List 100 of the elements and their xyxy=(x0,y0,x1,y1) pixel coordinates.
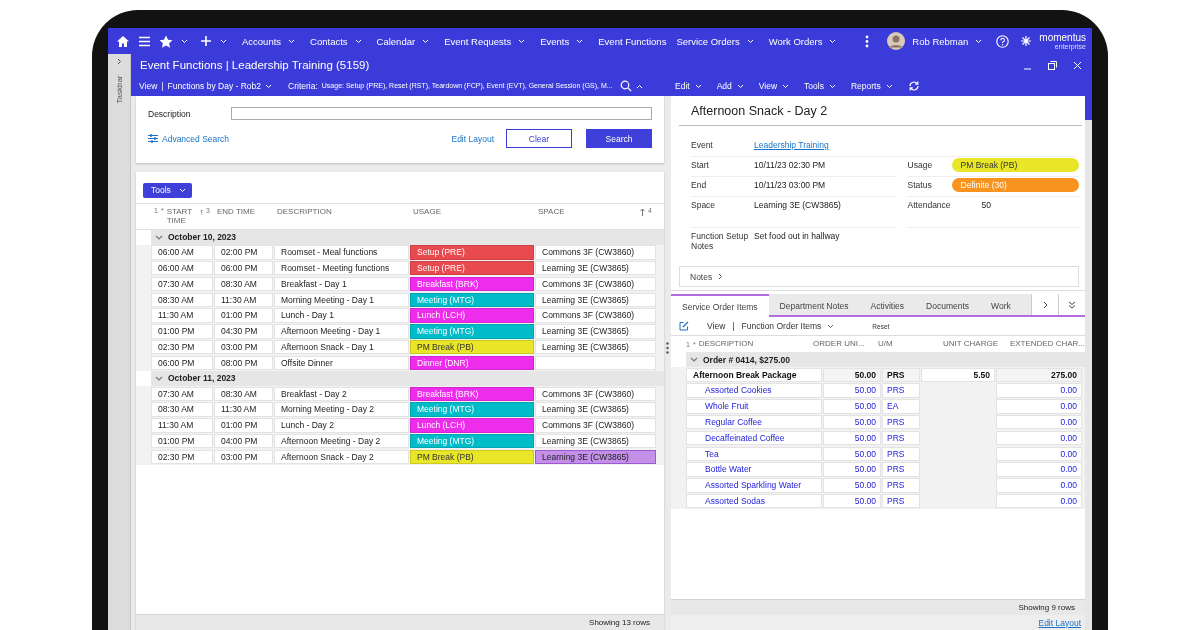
sort-arrow-icon[interactable] xyxy=(640,207,646,216)
table-cell: 06:00 AM xyxy=(151,261,213,276)
field-label: End xyxy=(691,180,708,190)
tab[interactable]: Department Notes xyxy=(768,294,860,315)
edit-layout-link[interactable]: Edit Layout xyxy=(1038,617,1081,628)
chevron-icon[interactable] xyxy=(690,357,698,362)
description-input-field[interactable] xyxy=(231,107,652,120)
tab[interactable]: Service Order Items xyxy=(671,294,769,317)
table-cell: Assorted Sodas xyxy=(686,494,822,509)
table-cell: Assorted Cookies xyxy=(686,383,822,398)
usage-tag-cell: Setup (PRE) xyxy=(410,245,534,260)
table-cell: Tea xyxy=(686,446,822,462)
plus-icon[interactable] xyxy=(200,35,212,47)
group-header-row[interactable]: Order # 0414, $275.00 xyxy=(686,352,1085,367)
details-title: Afternoon Snack - Day 2 xyxy=(679,96,1082,126)
table-cell: Assorted Sparkling Water xyxy=(686,478,822,493)
nav-menu-item[interactable]: Event Requests xyxy=(444,35,512,47)
toolbar-menu[interactable]: Tools xyxy=(804,81,824,91)
avatar-icon[interactable] xyxy=(887,32,906,50)
chevron-right-icon[interactable] xyxy=(1042,300,1048,309)
column-header[interactable]: DESCRIPTION xyxy=(277,206,332,217)
nav-menu-item[interactable]: Event Functions xyxy=(598,35,667,47)
field-value: 10/11/23 03:00 PM xyxy=(754,180,826,190)
nav-menu-item[interactable]: Work Orders xyxy=(768,35,823,47)
more-options-icon[interactable] xyxy=(865,34,870,48)
nav-menu-item[interactable]: Events xyxy=(540,35,570,47)
table-cell: Lunch - Day 1 xyxy=(274,308,409,323)
menu-icon[interactable] xyxy=(138,35,151,47)
status-pill: Definite (30) xyxy=(951,178,1079,192)
status-pill: PM Break (PB) xyxy=(951,158,1079,172)
tab[interactable]: Work xyxy=(980,294,1022,315)
search-button[interactable]: Search xyxy=(586,129,652,148)
splitter-handle-icon[interactable] xyxy=(666,342,669,354)
table-cell: PRS xyxy=(882,462,920,477)
table-cell: 08:30 AM xyxy=(151,292,213,307)
notes-expander[interactable]: Notes xyxy=(679,266,1079,287)
refresh-icon[interactable] xyxy=(907,80,920,92)
chevron-right-icon[interactable] xyxy=(116,58,122,65)
table-cell: Learning 3E (CW3865) xyxy=(535,402,656,417)
view-menu[interactable]: View xyxy=(139,81,158,91)
table-cell: 50.00 xyxy=(823,415,881,430)
column-header[interactable]: UNIT CHARGE xyxy=(915,339,1008,349)
nav-menu-item[interactable]: Calendar xyxy=(376,35,416,47)
nav-menu-item[interactable]: Contacts xyxy=(310,35,348,47)
column-header[interactable]: EXTENDED CHAR... xyxy=(1007,339,1085,349)
sliders-icon[interactable] xyxy=(148,134,158,143)
tab[interactable]: Activities xyxy=(859,294,916,315)
table-cell: 01:00 PM xyxy=(214,418,273,433)
column-header[interactable]: SPACE xyxy=(538,206,565,217)
toolbar-menu[interactable]: Edit xyxy=(675,81,690,91)
layout-dropdown[interactable]: Functions by Day - Rob2 xyxy=(167,81,262,91)
field-value: 10/11/23 02:30 PM xyxy=(754,160,826,170)
caret-icon[interactable] xyxy=(827,323,835,329)
view-menu[interactable]: View xyxy=(707,321,726,331)
column-header[interactable]: USAGE xyxy=(413,206,441,217)
search-icon[interactable] xyxy=(620,80,632,92)
home-icon[interactable] xyxy=(116,34,130,48)
field-label: Attendance xyxy=(907,200,952,210)
help-icon[interactable] xyxy=(996,34,1010,48)
column-header[interactable]: U/M xyxy=(877,339,915,349)
edit-layout-link[interactable]: Edit Layout xyxy=(451,133,494,144)
toolbar-menu[interactable]: Reports xyxy=(850,81,881,91)
table-cell: 04:00 PM xyxy=(214,433,273,449)
tab[interactable]: Documents xyxy=(915,294,981,315)
caret-up-icon[interactable] xyxy=(636,83,643,89)
table-cell: 0.00 xyxy=(996,446,1082,462)
table-cell: 50.00 xyxy=(823,367,881,383)
column-header[interactable]: ORDER UNI... xyxy=(811,339,878,349)
nav-menu-item[interactable]: Service Orders xyxy=(676,35,740,47)
field-label: Event xyxy=(691,140,714,150)
chevron-right-icon[interactable] xyxy=(718,273,724,280)
taskbar-label[interactable]: Taskbar xyxy=(114,75,124,104)
double-chevron-down-icon[interactable] xyxy=(1068,300,1076,309)
field-label: Usage xyxy=(907,160,934,170)
star-icon[interactable] xyxy=(159,34,173,48)
column-header[interactable]: DESCRIPTION xyxy=(698,339,754,349)
toolbar-menu[interactable]: View xyxy=(758,81,778,91)
chevron-icon[interactable] xyxy=(155,375,163,381)
user-name[interactable]: Rob Rebman xyxy=(912,35,969,47)
clear-button[interactable]: Clear xyxy=(506,129,572,148)
table-cell: 0.00 xyxy=(996,383,1082,398)
field-label: Description xyxy=(148,108,192,119)
event-link[interactable]: Leadership Training xyxy=(754,140,829,150)
usage-tag-cell: Setup (PRE) xyxy=(410,261,534,276)
advanced-search-link[interactable]: Advanced Search xyxy=(162,133,230,144)
table-cell: 275.00 xyxy=(996,367,1082,383)
column-header[interactable]: END TIME xyxy=(217,206,256,217)
toolbar-menu[interactable]: Add xyxy=(716,81,732,91)
nav-menu-item[interactable]: Accounts xyxy=(242,35,282,47)
table-cell: 50.00 xyxy=(823,478,881,493)
table-cell: 11:30 AM xyxy=(214,402,273,417)
column-header[interactable]: START TIME xyxy=(166,206,197,226)
edit-icon[interactable] xyxy=(679,321,689,331)
tools-button[interactable]: Tools xyxy=(143,182,192,198)
restore-icon[interactable] xyxy=(1048,60,1057,70)
layout-dropdown[interactable]: Function Order Items xyxy=(741,321,822,331)
logo-wordmark: momentus xyxy=(1039,32,1086,43)
table-cell: 01:00 PM xyxy=(214,308,273,323)
chevron-icon[interactable] xyxy=(155,234,163,240)
close-icon[interactable] xyxy=(1073,60,1082,70)
